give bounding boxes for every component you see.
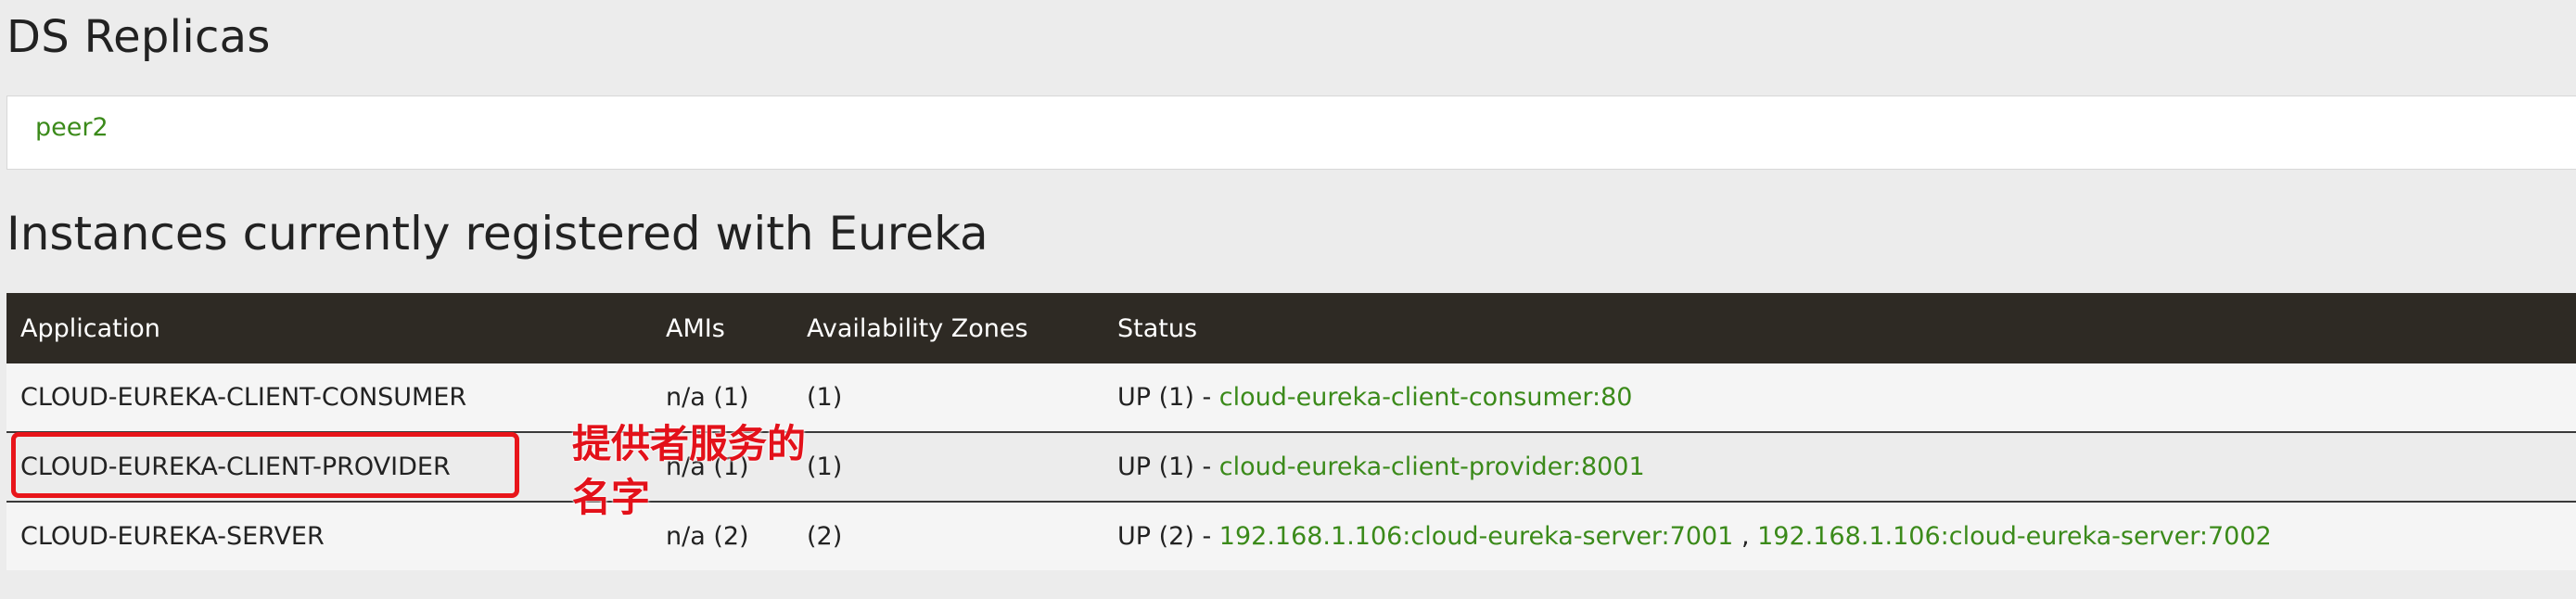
replica-link-peer2[interactable]: peer2 (35, 113, 108, 142)
status-cell: UP (2) - 192.168.1.106:cloud-eureka-serv… (1117, 503, 2272, 570)
highlight-box (11, 432, 519, 498)
instance-link[interactable]: cloud-eureka-client-consumer:80 (1219, 383, 1633, 412)
column-header-zones: Availability Zones (807, 313, 1028, 343)
status-cell: UP (1) - cloud-eureka-client-consumer:80 (1117, 363, 1632, 431)
ds-replicas-heading: DS Replicas (6, 11, 271, 63)
annotation-callout: 提供者服务的 名字 (572, 417, 806, 525)
annotation-line-1: 提供者服务的 (572, 421, 807, 466)
application-name: CLOUD-EUREKA-SERVER (20, 522, 325, 551)
table-header: Application AMIs Availability Zones Stat… (6, 293, 2576, 363)
application-name: CLOUD-EUREKA-CLIENT-CONSUMER (20, 383, 467, 412)
status-text: UP (1) - (1117, 383, 1219, 412)
table-row: CLOUD-EUREKA-CLIENT-CONSUMER n/a (1) (1)… (6, 363, 2576, 431)
instance-link[interactable]: cloud-eureka-client-provider:8001 (1219, 452, 1645, 481)
status-text: UP (2) - (1117, 522, 1219, 551)
link-separator: , (1733, 522, 1758, 551)
zone-count: (1) (807, 383, 843, 412)
table-row: CLOUD-EUREKA-SERVER n/a (2) (2) UP (2) -… (6, 501, 2576, 570)
ds-replicas-list: peer2 (6, 96, 2576, 170)
status-text: UP (1) - (1117, 452, 1219, 481)
column-header-application: Application (20, 313, 160, 343)
instance-link[interactable]: 192.168.1.106:cloud-eureka-server:7002 (1757, 522, 2272, 551)
status-cell: UP (1) - cloud-eureka-client-provider:80… (1117, 433, 1645, 501)
instances-heading: Instances currently registered with Eure… (6, 207, 988, 261)
instance-link[interactable]: 192.168.1.106:cloud-eureka-server:7001 (1219, 522, 1734, 551)
column-header-status: Status (1117, 313, 1198, 343)
zone-count: (2) (807, 522, 843, 551)
annotation-line-2: 名字 (572, 475, 651, 520)
column-header-amis: AMIs (666, 313, 725, 343)
zone-count: (1) (807, 452, 843, 481)
